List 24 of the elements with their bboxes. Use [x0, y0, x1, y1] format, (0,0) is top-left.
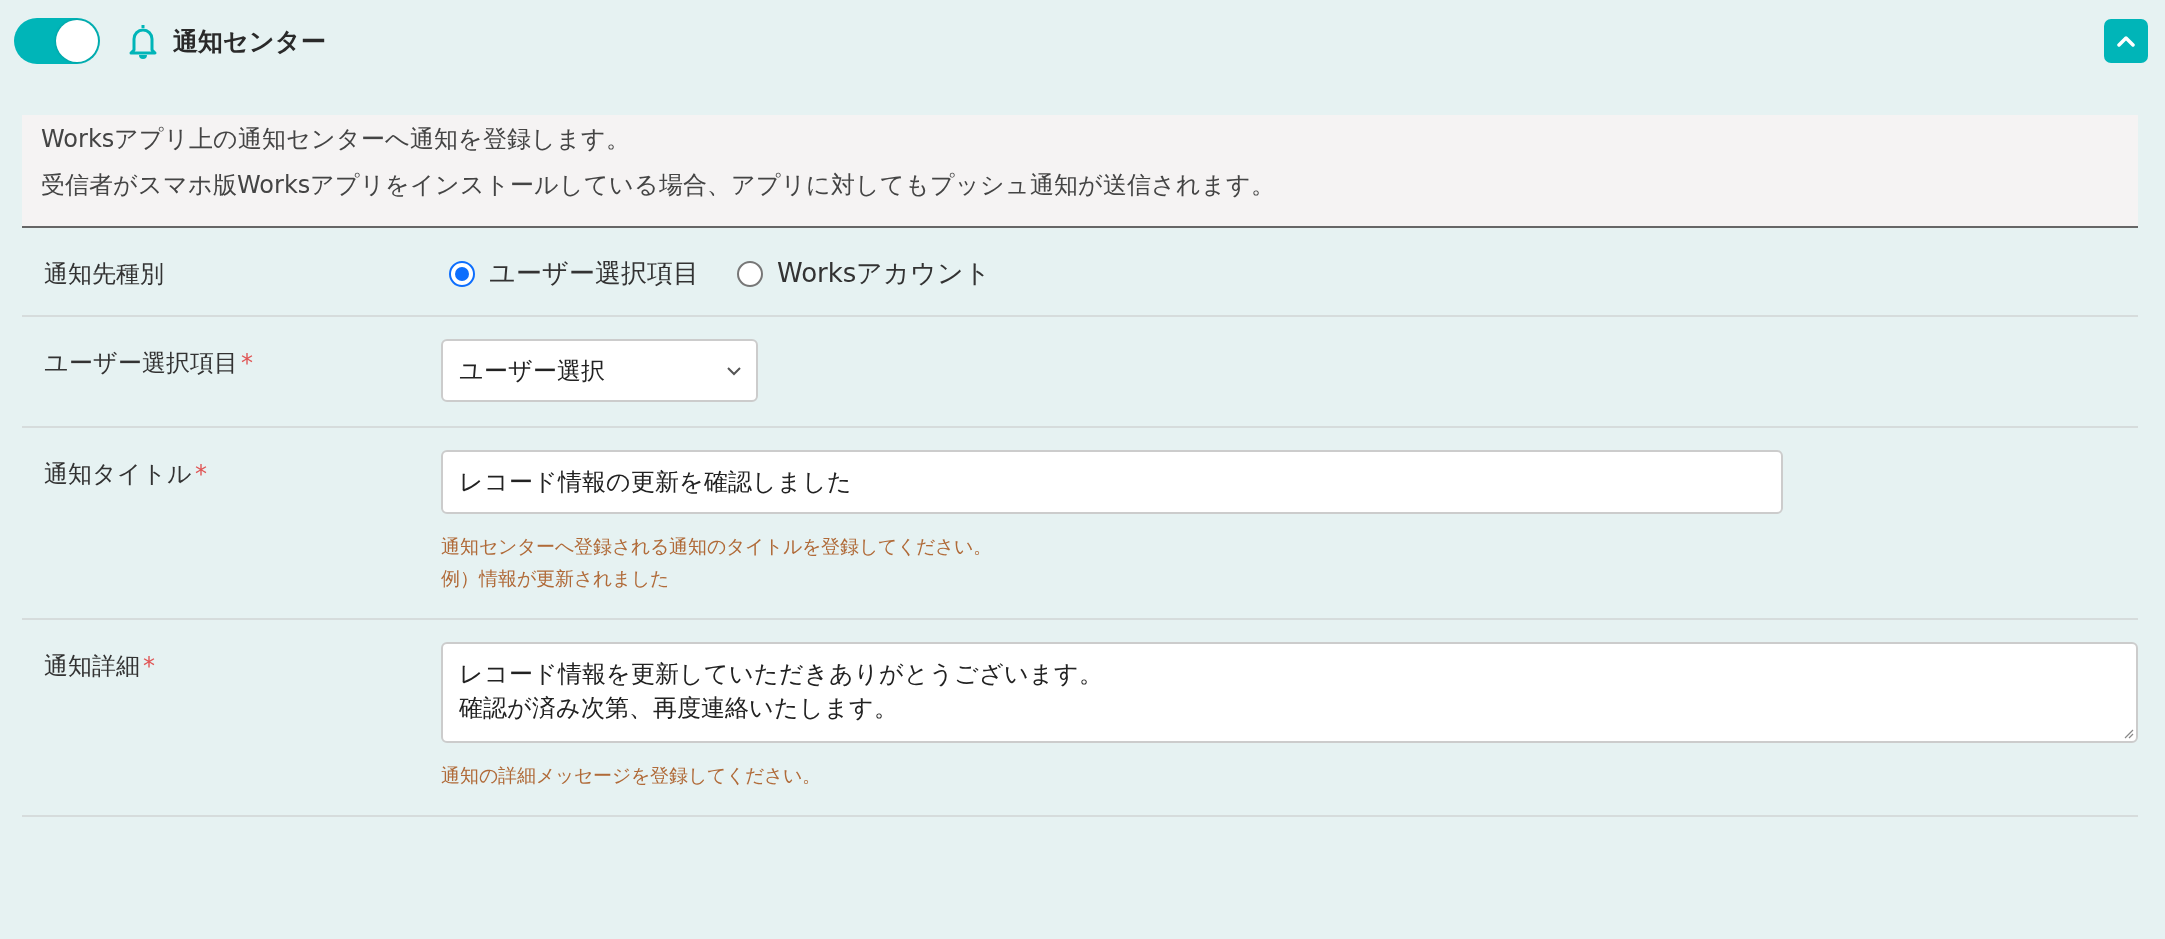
chevron-up-icon [2116, 35, 2136, 47]
title-input[interactable]: レコード情報の更新を確認しました [441, 450, 1783, 514]
toggle-switch[interactable] [14, 18, 100, 64]
description-text: 受信者がスマホ版Worksアプリをインストールしている場合、アプリに対してもプッシュ通知が送信されます。 [41, 170, 1277, 201]
textarea-line: 確認が済み次第、再度連絡いたします。 [459, 693, 899, 724]
field-label: ユーザー選択項目* [44, 348, 254, 379]
user-dropdown[interactable]: ユーザー選択 [441, 339, 758, 402]
field-label: 通知詳細* [44, 651, 156, 682]
radio-button[interactable] [449, 260, 475, 287]
hint-text: 通知センターへ登録される通知のタイトルを登録してください。 [441, 534, 993, 559]
detail-textarea[interactable]: レコード情報を更新していただきありがとうございます。 確認が済み次第、再度連絡いたします。 [441, 642, 2138, 743]
collapse-button[interactable] [2104, 19, 2148, 63]
hint-text: 例）情報が更新されました [441, 566, 670, 591]
description-text: Worksアプリ上の通知センターへ通知を登録します。 [41, 124, 632, 155]
radio-button[interactable] [737, 260, 763, 287]
radio-option[interactable]: ユーザー選択項目 [441, 256, 699, 291]
chevron-down-icon [726, 365, 742, 376]
section-title: 通知センター [173, 25, 326, 58]
hint-text: 通知の詳細メッセージを登録してください。 [441, 763, 822, 788]
textarea-line: レコード情報を更新していただきありがとうございます。 [459, 659, 1104, 690]
field-label: 通知先種別 [44, 259, 165, 290]
field-label: 通知タイトル* [44, 459, 208, 490]
resize-grip-icon[interactable] [2122, 727, 2134, 739]
radio-option[interactable]: Worksアカウント [729, 256, 992, 291]
